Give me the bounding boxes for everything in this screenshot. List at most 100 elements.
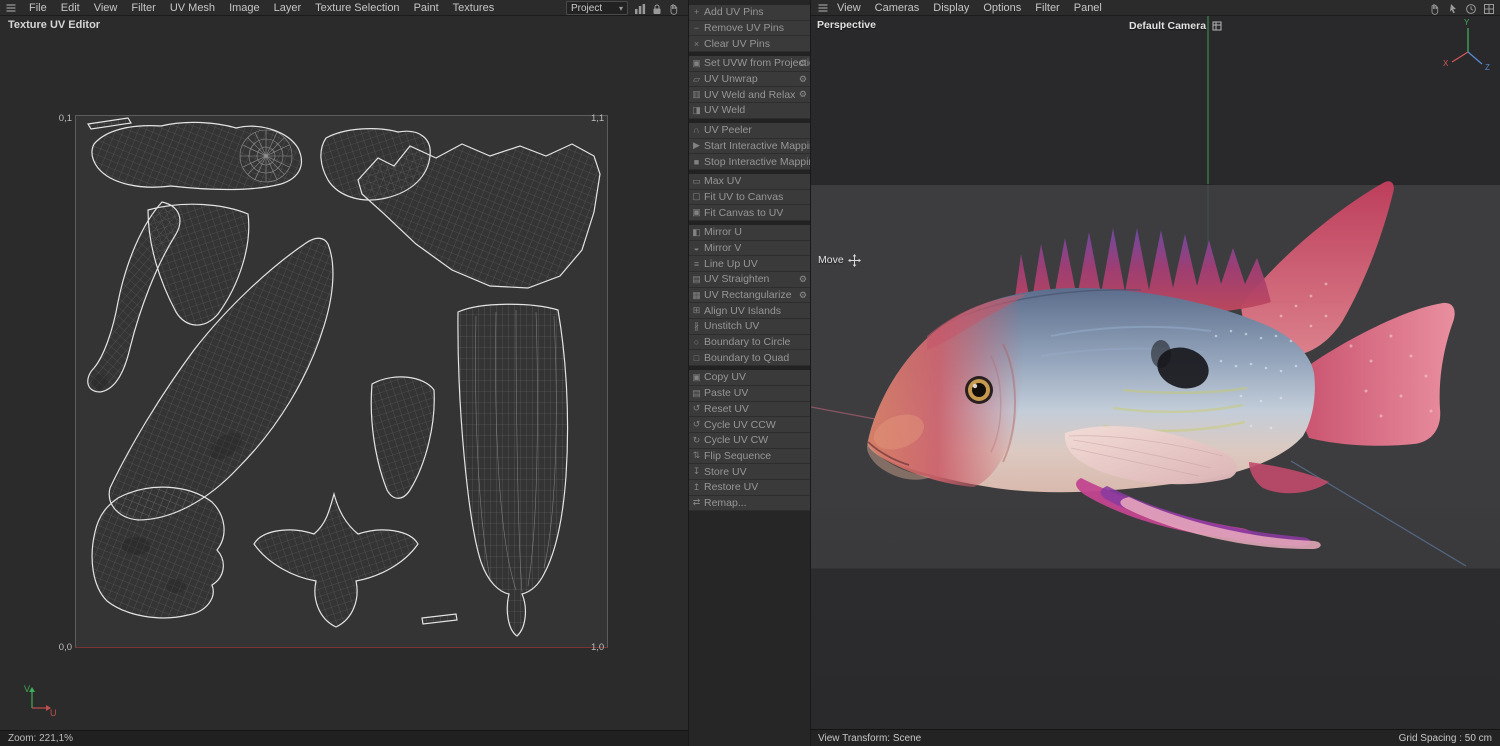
- uv-canvas[interactable]: [75, 115, 608, 648]
- history-icon[interactable]: [1464, 2, 1478, 16]
- vp-menu-options[interactable]: Options: [976, 0, 1028, 16]
- gear-icon[interactable]: ⚙: [799, 290, 807, 301]
- uv-peeler-icon: ∩: [693, 125, 700, 136]
- cmd-paste-uv[interactable]: ▤ Paste UV: [689, 385, 810, 402]
- cmd-reset-uv[interactable]: ↺ Reset UV: [689, 401, 810, 418]
- cmd-stop-interactive-mapping[interactable]: ■ Stop Interactive Mapping: [689, 154, 810, 170]
- uv-axis-widget: V U: [22, 680, 58, 716]
- cmd-cycle-uv-ccw[interactable]: ↺ Cycle UV CCW: [689, 417, 810, 433]
- camera-label[interactable]: Default Camera: [1129, 20, 1206, 32]
- menu-paint[interactable]: Paint: [407, 0, 446, 16]
- menu-file[interactable]: File: [22, 0, 54, 16]
- cmd-store-uv[interactable]: ↧ Store UV: [689, 464, 810, 480]
- boundary-to-quad-icon: □: [693, 352, 700, 363]
- cmd-boundary-to-quad[interactable]: □ Boundary to Quad: [689, 350, 810, 367]
- gear-icon[interactable]: ⚙: [799, 274, 807, 285]
- paste-uv-icon: ▤: [692, 387, 701, 398]
- chart-icon[interactable]: [633, 2, 647, 16]
- cmd-uv-weld-and-relax[interactable]: ▥ UV Weld and Relax ⚙: [689, 87, 810, 104]
- hand-icon[interactable]: [667, 2, 681, 16]
- hamburger-icon[interactable]: [816, 1, 830, 15]
- cmd-flip-sequence[interactable]: ⇅ Flip Sequence: [689, 448, 810, 465]
- mirror-u-icon: ◧: [692, 226, 701, 237]
- cmd-unstitch-uv[interactable]: ∦ Unstitch UV: [689, 319, 810, 335]
- cmd-copy-uv[interactable]: ▣ Copy UV: [689, 370, 810, 386]
- menu-texture-selection[interactable]: Texture Selection: [308, 0, 406, 16]
- cmd-max-uv[interactable]: ▭ Max UV: [689, 173, 810, 190]
- uv-unwrap-icon: ▱: [693, 73, 700, 84]
- vp-menu-panel[interactable]: Panel: [1067, 0, 1109, 16]
- uv-corner-label-10: 1,0: [591, 642, 605, 653]
- cmd-start-interactive-mapping[interactable]: ▶ Start Interactive Mapping: [689, 138, 810, 155]
- uv-corner-label-11: 1,1: [591, 113, 605, 124]
- cmd-clear-uv-pins[interactable]: × Clear UV Pins: [689, 36, 810, 53]
- cmd-uv-unwrap[interactable]: ▱ UV Unwrap ⚙: [689, 71, 810, 88]
- cmd-uv-weld[interactable]: ◨ UV Weld: [689, 103, 810, 119]
- bodypaint-uv-edit-window: File Edit View Filter UV Mesh Image Laye…: [0, 0, 1500, 746]
- align-uv-islands-icon: ⊞: [692, 305, 701, 316]
- cmd-fit-uv-to-canvas[interactable]: ▢ Fit UV to Canvas: [689, 189, 810, 206]
- grid-icon[interactable]: [1482, 2, 1496, 16]
- gear-icon[interactable]: ⚙: [799, 58, 807, 69]
- mirror-v-icon: ◒: [693, 242, 700, 253]
- uv-command-panel: + Add UV Pins − Remove UV Pins × Clear UV P…: [688, 0, 811, 746]
- menu-textures[interactable]: Textures: [446, 0, 502, 16]
- fit-uv-to-canvas-icon: ▢: [692, 191, 701, 202]
- set-uvw-from-projection-icon: ▣: [692, 57, 701, 68]
- cmd-uv-straighten[interactable]: ▤ UV Straighten ⚙: [689, 272, 810, 288]
- hand-icon[interactable]: [1428, 2, 1442, 16]
- boundary-to-circle-icon: ○: [693, 337, 700, 348]
- uv-axis-v-label: V: [24, 684, 30, 694]
- gear-icon[interactable]: ⚙: [799, 74, 807, 85]
- restore-uv-icon: ↥: [692, 481, 701, 492]
- menu-image[interactable]: Image: [222, 0, 267, 16]
- store-uv-icon: ↧: [692, 466, 701, 477]
- cycle-uv-cw-icon: ↻: [692, 434, 701, 445]
- vp-menu-cameras[interactable]: Cameras: [868, 0, 927, 16]
- grid-spacing-status: Grid Spacing : 50 cm: [1398, 733, 1492, 744]
- project-dropdown[interactable]: Project ▾: [566, 1, 628, 15]
- add-uv-pins-icon: +: [693, 7, 700, 18]
- gear-icon[interactable]: ⚙: [799, 89, 807, 100]
- cmd-boundary-to-circle[interactable]: ○ Boundary to Circle: [689, 334, 810, 351]
- 3d-viewport[interactable]: Y X Z Perspective Default Camera Move: [811, 16, 1500, 729]
- cmd-restore-uv[interactable]: ↥ Restore UV: [689, 479, 810, 496]
- cmd-mirror-v[interactable]: ◒ Mirror V: [689, 240, 810, 257]
- cmd-uv-rectangularize[interactable]: ▦ UV Rectangularize ⚙: [689, 287, 810, 304]
- cmd-line-up-uv[interactable]: ≡ Line Up UV: [689, 256, 810, 272]
- menu-edit[interactable]: Edit: [54, 0, 87, 16]
- cmd-fit-canvas-to-uv[interactable]: ▣ Fit Canvas to UV: [689, 205, 810, 221]
- project-dropdown-value: Project: [571, 2, 603, 14]
- cmd-remove-uv-pins[interactable]: − Remove UV Pins: [689, 20, 810, 37]
- vp-menu-filter[interactable]: Filter: [1028, 0, 1066, 16]
- max-uv-icon: ▭: [692, 175, 701, 186]
- uv-editor-statusbar: Zoom: 221,1%: [0, 730, 688, 746]
- menu-uv-mesh[interactable]: UV Mesh: [163, 0, 222, 16]
- vp-menu-view[interactable]: View: [830, 0, 868, 16]
- axis-z-label: Z: [1485, 63, 1490, 72]
- view-transform-status: View Transform: Scene: [818, 733, 922, 744]
- menu-view[interactable]: View: [87, 0, 125, 16]
- viewport-panel: View Cameras Display Options Filter Pane…: [811, 0, 1500, 746]
- remove-uv-pins-icon: −: [693, 23, 700, 34]
- camera-options-icon[interactable]: [1210, 19, 1224, 33]
- menu-layer[interactable]: Layer: [267, 0, 309, 16]
- cmd-align-uv-islands[interactable]: ⊞ Align UV Islands: [689, 303, 810, 320]
- lock-icon[interactable]: [650, 2, 664, 16]
- vp-menu-display[interactable]: Display: [926, 0, 976, 16]
- scene-svg: Y X Z: [811, 16, 1500, 567]
- cmd-mirror-u[interactable]: ◧ Mirror U: [689, 224, 810, 241]
- cmd-set-uvw-from-projection[interactable]: ▣ Set UVW from Projection ⚙: [689, 56, 810, 72]
- chevron-down-icon: ▾: [618, 3, 623, 13]
- line-up-uv-icon: ≡: [693, 258, 700, 269]
- uv-rectangularize-icon: ▦: [692, 289, 701, 300]
- pointer-icon[interactable]: [1446, 2, 1460, 16]
- menu-filter[interactable]: Filter: [124, 0, 162, 16]
- cmd-uv-peeler[interactable]: ∩ UV Peeler: [689, 122, 810, 139]
- cmd-remap[interactable]: ⇄ Remap...: [689, 495, 810, 512]
- remap-icon: ⇄: [692, 497, 701, 508]
- cmd-add-uv-pins[interactable]: + Add UV Pins: [689, 5, 810, 21]
- panel-menu-icon[interactable]: [4, 1, 18, 15]
- view-label[interactable]: Perspective: [817, 19, 876, 31]
- cmd-cycle-uv-cw[interactable]: ↻ Cycle UV CW: [689, 432, 810, 449]
